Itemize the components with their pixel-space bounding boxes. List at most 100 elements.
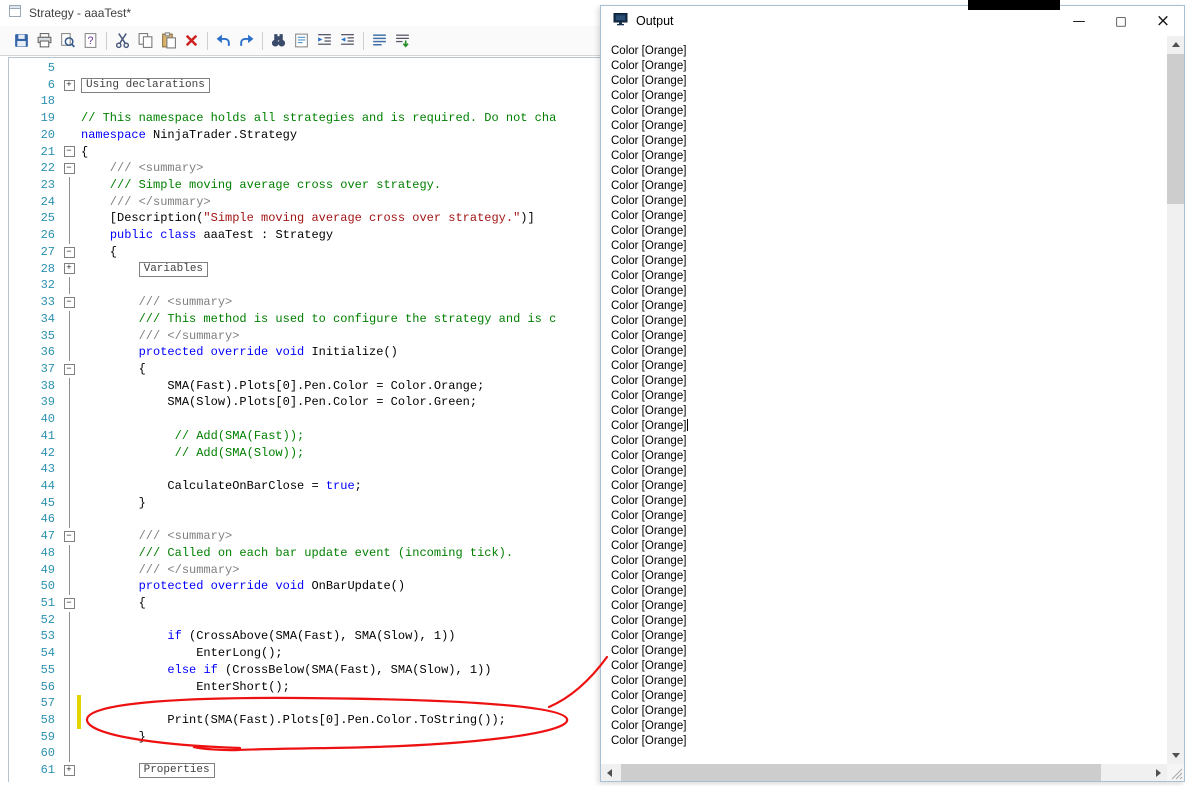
code-line[interactable]: EnterLong(); [81,645,282,662]
code-line[interactable]: EnterShort(); [81,679,290,696]
code-line[interactable]: /// Called on each bar update event (inc… [81,545,513,562]
code-line[interactable]: Print(SMA(Fast).Plots[0].Pen.Color.ToStr… [81,712,505,729]
code-line[interactable]: /// </summary> [81,328,240,345]
fold-collapse-icon[interactable]: − [61,160,77,177]
code-line[interactable]: /// <summary> [81,528,233,545]
fold-collapse-icon[interactable]: − [61,244,77,261]
line-number: 36 [40,345,55,360]
fold-collapse-icon[interactable]: − [61,528,77,545]
code-line[interactable]: { [81,144,88,161]
vertical-scrollbar[interactable] [1167,36,1184,764]
fold-collapse-icon[interactable]: − [61,595,77,612]
output-line: Color [Orange] [611,645,687,657]
replace-icon[interactable] [290,31,313,51]
code-line[interactable]: namespace NinjaTrader.Strategy [81,127,297,144]
line-number: 38 [40,378,55,393]
justify-icon[interactable] [368,31,391,51]
scroll-right-arrow[interactable] [1150,764,1167,781]
fold-margin [61,728,77,746]
vertical-scroll-thumb[interactable] [1167,54,1184,204]
copy-icon[interactable] [134,31,157,51]
scroll-left-arrow[interactable] [601,764,618,781]
line-number: 50 [40,579,55,594]
output-line: Color [Orange] [611,735,687,747]
cut-icon[interactable] [111,31,134,51]
change-marker [77,695,81,713]
code-line[interactable]: { [81,244,117,261]
line-number: 46 [40,512,55,527]
fold-collapse-icon[interactable]: − [61,294,77,311]
fold-margin [61,327,77,345]
code-line[interactable]: protected override void Initialize() [81,344,398,361]
scroll-down-arrow[interactable] [1167,747,1184,764]
code-line[interactable]: SMA(Slow).Plots[0].Pen.Color = Color.Gre… [81,394,477,411]
toolbar-separator [262,31,263,50]
code-line[interactable]: // This namespace holds all strategies a… [81,110,556,127]
code-line[interactable]: /// <summary> [81,160,204,177]
code-line[interactable]: { [81,361,146,378]
help-icon[interactable]: ? [79,31,102,51]
code-line[interactable]: /// This method is used to configure the… [81,311,557,328]
code-line[interactable]: Properties [81,762,215,779]
collapsed-region[interactable]: Using declarations [81,77,210,93]
print-icon[interactable] [33,31,56,51]
maximize-button[interactable]: □ [1100,6,1142,36]
fold-margin [61,411,77,428]
code-line[interactable]: /// </summary> [81,562,240,579]
code-line[interactable]: else if (CrossBelow(SMA(Fast), SMA(Slow)… [81,662,491,679]
code-line[interactable]: CalculateOnBarClose = true; [81,478,361,495]
fold-margin [61,127,77,144]
horizontal-scrollbar[interactable] [601,764,1167,781]
output-line: Color [Orange] [611,360,687,372]
code-line[interactable]: } [81,495,146,512]
code-line[interactable]: { [81,595,146,612]
code-line[interactable]: /// </summary> [81,194,211,211]
output-content[interactable]: Color [Orange] Color [Orange] Color [Orang… [601,36,1167,764]
code-line[interactable]: SMA(Fast).Plots[0].Pen.Color = Color.Ora… [81,378,484,395]
print-preview-icon[interactable] [56,31,79,51]
output-line: Color [Orange] [611,555,687,567]
code-line[interactable]: /// Simple moving average cross over str… [81,177,441,194]
indent-icon[interactable] [313,31,336,51]
compile-icon[interactable] [391,31,414,51]
output-line: Color [Orange] [611,615,687,627]
code-line[interactable]: Variables [81,261,209,278]
change-marker [77,60,81,77]
code-line[interactable]: if (CrossAbove(SMA(Fast), SMA(Slow), 1)) [81,628,455,645]
fold-collapse-icon[interactable]: − [61,144,77,161]
undo-icon[interactable] [212,31,235,51]
line-number: 56 [40,679,55,694]
fold-expand-icon[interactable]: + [61,261,77,278]
save-icon[interactable] [10,31,33,51]
collapsed-region[interactable]: Variables [138,261,209,277]
redo-icon[interactable] [235,31,258,51]
output-line: Color [Orange] [611,510,687,522]
resize-grip[interactable] [1167,764,1184,781]
code-line[interactable]: // Add(SMA(Fast)); [81,428,305,445]
line-number: 24 [40,194,55,209]
outdent-icon[interactable] [336,31,359,51]
code-line[interactable]: public class aaaTest : Strategy [81,227,333,244]
line-number: 32 [40,278,55,293]
paste-icon[interactable] [157,31,180,51]
fold-margin [61,494,77,512]
code-line[interactable]: [Description("Simple moving average cros… [81,210,535,227]
horizontal-scroll-thumb[interactable] [621,764,1101,781]
code-line[interactable]: Using declarations [81,77,210,94]
code-line[interactable]: // Add(SMA(Slow)); [81,445,305,462]
code-line[interactable]: /// <summary> [81,294,233,311]
line-number: 59 [40,729,55,744]
fold-expand-icon[interactable]: + [61,77,77,94]
delete-icon[interactable] [180,31,203,51]
find-icon[interactable] [267,31,290,51]
collapsed-region[interactable]: Properties [138,763,215,779]
code-line[interactable]: } [81,729,146,746]
fold-expand-icon[interactable]: + [61,762,77,779]
scroll-up-arrow[interactable] [1167,36,1184,53]
code-line[interactable]: protected override void OnBarUpdate() [81,578,405,595]
close-button[interactable]: × [1142,6,1184,36]
output-line: Color [Orange] [611,345,687,357]
fold-collapse-icon[interactable]: − [61,361,77,378]
minimize-button[interactable]: — [1058,6,1100,36]
line-number: 26 [40,228,55,243]
